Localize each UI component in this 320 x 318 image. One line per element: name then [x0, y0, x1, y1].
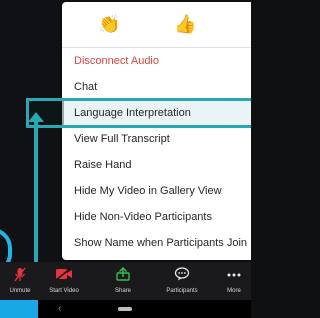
- more-dots-icon: [222, 267, 246, 283]
- participants-button[interactable]: Participants: [160, 262, 204, 300]
- menu-item-view-full-transcript[interactable]: View Full Transcript: [62, 126, 251, 152]
- menu-item-disconnect-audio[interactable]: Disconnect Audio: [62, 48, 251, 74]
- participants-label: Participants: [166, 288, 198, 294]
- annotation-arrow-shaft: [34, 118, 38, 268]
- annotation-blue-strip: [0, 300, 38, 318]
- home-pill-icon[interactable]: [118, 307, 132, 311]
- thumbs-up-icon[interactable]: 👍: [174, 14, 196, 34]
- video-off-icon: [38, 267, 90, 283]
- clapping-hands-icon[interactable]: 👏: [98, 14, 120, 34]
- highlight-box: [26, 98, 251, 128]
- unmute-label: Unmute: [9, 288, 31, 294]
- share-label: Share: [114, 288, 131, 294]
- annotation-arrow-head: [28, 112, 44, 122]
- share-button[interactable]: Share: [112, 262, 134, 300]
- menu-item-hide-non-video-participants[interactable]: Hide Non-Video Participants: [62, 204, 251, 230]
- more-options-menu: 👏 👍 Disconnect Audio Chat Language Inter…: [62, 2, 251, 260]
- menu-item-show-name-when-join[interactable]: Show Name when Participants Join: [62, 230, 251, 256]
- back-chevron-icon[interactable]: ‹: [58, 303, 61, 315]
- start-video-button[interactable]: Start Video: [38, 262, 90, 300]
- menu-item-chat[interactable]: Chat: [62, 74, 251, 100]
- more-label: More: [227, 288, 241, 294]
- meeting-toolbar: Unmute Start Video Share Participants Mo…: [0, 262, 251, 300]
- more-button[interactable]: More: [222, 262, 246, 300]
- chat-bubble-icon: [160, 267, 204, 283]
- zoom-meeting-screen: 👏 👍 Disconnect Audio Chat Language Inter…: [0, 0, 251, 318]
- share-icon: [112, 267, 134, 283]
- start-video-label: Start Video: [49, 288, 79, 294]
- unmute-button[interactable]: Unmute: [2, 262, 38, 300]
- menu-item-raise-hand[interactable]: Raise Hand: [62, 152, 251, 178]
- reactions-row: 👏 👍: [62, 2, 251, 44]
- menu-item-hide-my-video[interactable]: Hide My Video in Gallery View: [62, 178, 251, 204]
- muted-microphone-icon: [2, 267, 38, 283]
